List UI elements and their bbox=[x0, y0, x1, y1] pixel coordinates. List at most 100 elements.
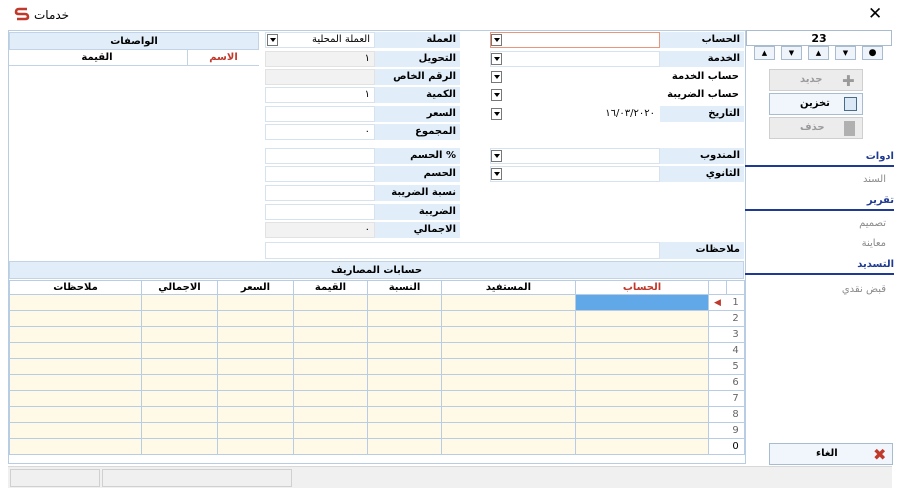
cell-notes[interactable] bbox=[9, 294, 142, 311]
cell-account[interactable] bbox=[575, 294, 709, 311]
cell-account[interactable] bbox=[575, 390, 709, 407]
cell-notes[interactable] bbox=[9, 374, 142, 391]
cell-beneficiary[interactable] bbox=[441, 374, 576, 391]
new-button[interactable]: ✚ جديد bbox=[769, 69, 863, 91]
cell-percent[interactable] bbox=[367, 342, 442, 359]
cell-beneficiary[interactable] bbox=[441, 358, 576, 375]
cell-percent[interactable] bbox=[367, 438, 442, 455]
table-row[interactable]: 0 bbox=[9, 438, 745, 455]
table-row[interactable]: 5 bbox=[9, 358, 745, 375]
cell-price[interactable] bbox=[217, 342, 294, 359]
currency-dropdown-icon[interactable] bbox=[267, 34, 278, 46]
table-row[interactable]: 3 bbox=[9, 326, 745, 343]
nav-first-button[interactable]: ▲ bbox=[754, 46, 775, 60]
cell-value[interactable] bbox=[293, 358, 368, 375]
cell-percent[interactable] bbox=[367, 374, 442, 391]
cell-notes[interactable] bbox=[9, 422, 142, 439]
cell-account[interactable] bbox=[575, 406, 709, 423]
nav-last-button[interactable]: ▼ bbox=[835, 46, 856, 60]
cell-price[interactable] bbox=[217, 310, 294, 327]
table-row[interactable]: 4 bbox=[9, 342, 745, 359]
cell-beneficiary[interactable] bbox=[441, 310, 576, 327]
delegate-dropdown-icon[interactable] bbox=[491, 150, 502, 162]
save-button[interactable]: تخزين bbox=[769, 93, 863, 115]
cell-notes[interactable] bbox=[9, 390, 142, 407]
cancel-button[interactable]: ✖ الغاء bbox=[769, 443, 893, 465]
cell-beneficiary[interactable] bbox=[441, 438, 576, 455]
conversion-field[interactable]: ١ bbox=[265, 51, 375, 67]
cell-price[interactable] bbox=[217, 326, 294, 343]
record-number[interactable]: 23 bbox=[746, 30, 892, 46]
cell-value[interactable] bbox=[293, 438, 368, 455]
cell-total[interactable] bbox=[141, 374, 218, 391]
special-number-field[interactable] bbox=[265, 69, 375, 85]
cell-percent[interactable] bbox=[367, 390, 442, 407]
cell-beneficiary[interactable] bbox=[441, 326, 576, 343]
tax-account-dropdown-icon[interactable] bbox=[491, 89, 502, 101]
cell-value[interactable] bbox=[293, 390, 368, 407]
quantity-field[interactable]: ١ bbox=[265, 87, 375, 103]
nav-previous-button[interactable]: ▼ bbox=[781, 46, 802, 60]
nav-refresh-button[interactable]: ● bbox=[862, 46, 883, 60]
cell-total[interactable] bbox=[141, 294, 218, 311]
cell-notes[interactable] bbox=[9, 438, 142, 455]
col-account[interactable]: الحساب bbox=[575, 280, 709, 295]
discount-field[interactable] bbox=[265, 166, 375, 182]
cell-price[interactable] bbox=[217, 374, 294, 391]
cell-account[interactable] bbox=[575, 342, 709, 359]
cell-percent[interactable] bbox=[367, 422, 442, 439]
tax-field[interactable] bbox=[265, 204, 375, 220]
notes-field[interactable] bbox=[265, 242, 660, 259]
total-field[interactable]: ٠ bbox=[265, 124, 375, 140]
cell-value[interactable] bbox=[293, 294, 368, 311]
cell-beneficiary[interactable] bbox=[441, 390, 576, 407]
table-row[interactable]: 8 bbox=[9, 406, 745, 423]
cell-account[interactable] bbox=[575, 310, 709, 327]
cell-beneficiary[interactable] bbox=[441, 294, 576, 311]
cell-total[interactable] bbox=[141, 310, 218, 327]
table-row[interactable]: 6 bbox=[9, 374, 745, 391]
secondary-field[interactable] bbox=[490, 166, 660, 182]
service-field[interactable] bbox=[490, 51, 660, 67]
price-field[interactable] bbox=[265, 106, 375, 122]
cell-price[interactable] bbox=[217, 390, 294, 407]
col-total[interactable]: الاجمالي bbox=[141, 280, 218, 295]
menu-item-voucher[interactable]: السند bbox=[780, 174, 886, 185]
cell-percent[interactable] bbox=[367, 326, 442, 343]
discount-percent-field[interactable] bbox=[265, 148, 375, 164]
tax-account-field[interactable]: حساب الضريبة bbox=[504, 87, 744, 103]
menu-item-preview[interactable]: معاينة bbox=[780, 238, 886, 249]
account-dropdown-icon[interactable] bbox=[491, 34, 502, 46]
currency-field[interactable]: العملة المحلية bbox=[265, 32, 375, 48]
cell-account[interactable] bbox=[575, 326, 709, 343]
col-value[interactable]: القيمة bbox=[293, 280, 368, 295]
cell-value[interactable] bbox=[293, 342, 368, 359]
cell-beneficiary[interactable] bbox=[441, 422, 576, 439]
col-notes[interactable]: ملاحظات bbox=[9, 280, 142, 295]
cell-total[interactable] bbox=[141, 358, 218, 375]
tax-rate-field[interactable] bbox=[265, 185, 375, 201]
cell-value[interactable] bbox=[293, 326, 368, 343]
date-dropdown-icon[interactable] bbox=[491, 108, 502, 120]
cell-value[interactable] bbox=[293, 422, 368, 439]
cell-total[interactable] bbox=[141, 406, 218, 423]
table-row[interactable]: 2 bbox=[9, 310, 745, 327]
cell-total[interactable] bbox=[141, 422, 218, 439]
cell-percent[interactable] bbox=[367, 294, 442, 311]
cell-beneficiary[interactable] bbox=[441, 406, 576, 423]
cell-account[interactable] bbox=[575, 358, 709, 375]
service-account-dropdown-icon[interactable] bbox=[491, 71, 502, 83]
cell-value[interactable] bbox=[293, 406, 368, 423]
col-beneficiary[interactable]: المستفيد bbox=[441, 280, 576, 295]
table-row[interactable]: ◀ 1 bbox=[9, 294, 745, 311]
cell-total[interactable] bbox=[141, 326, 218, 343]
cell-percent[interactable] bbox=[367, 406, 442, 423]
cell-account[interactable] bbox=[575, 374, 709, 391]
delete-button[interactable]: حذف bbox=[769, 117, 863, 139]
col-price[interactable]: السعر bbox=[217, 280, 294, 295]
cell-price[interactable] bbox=[217, 358, 294, 375]
cell-notes[interactable] bbox=[9, 326, 142, 343]
grand-total-field[interactable]: ٠ bbox=[265, 222, 375, 238]
service-dropdown-icon[interactable] bbox=[491, 53, 502, 65]
menu-item-cash-receipt[interactable]: قبض نقدي bbox=[780, 284, 886, 295]
